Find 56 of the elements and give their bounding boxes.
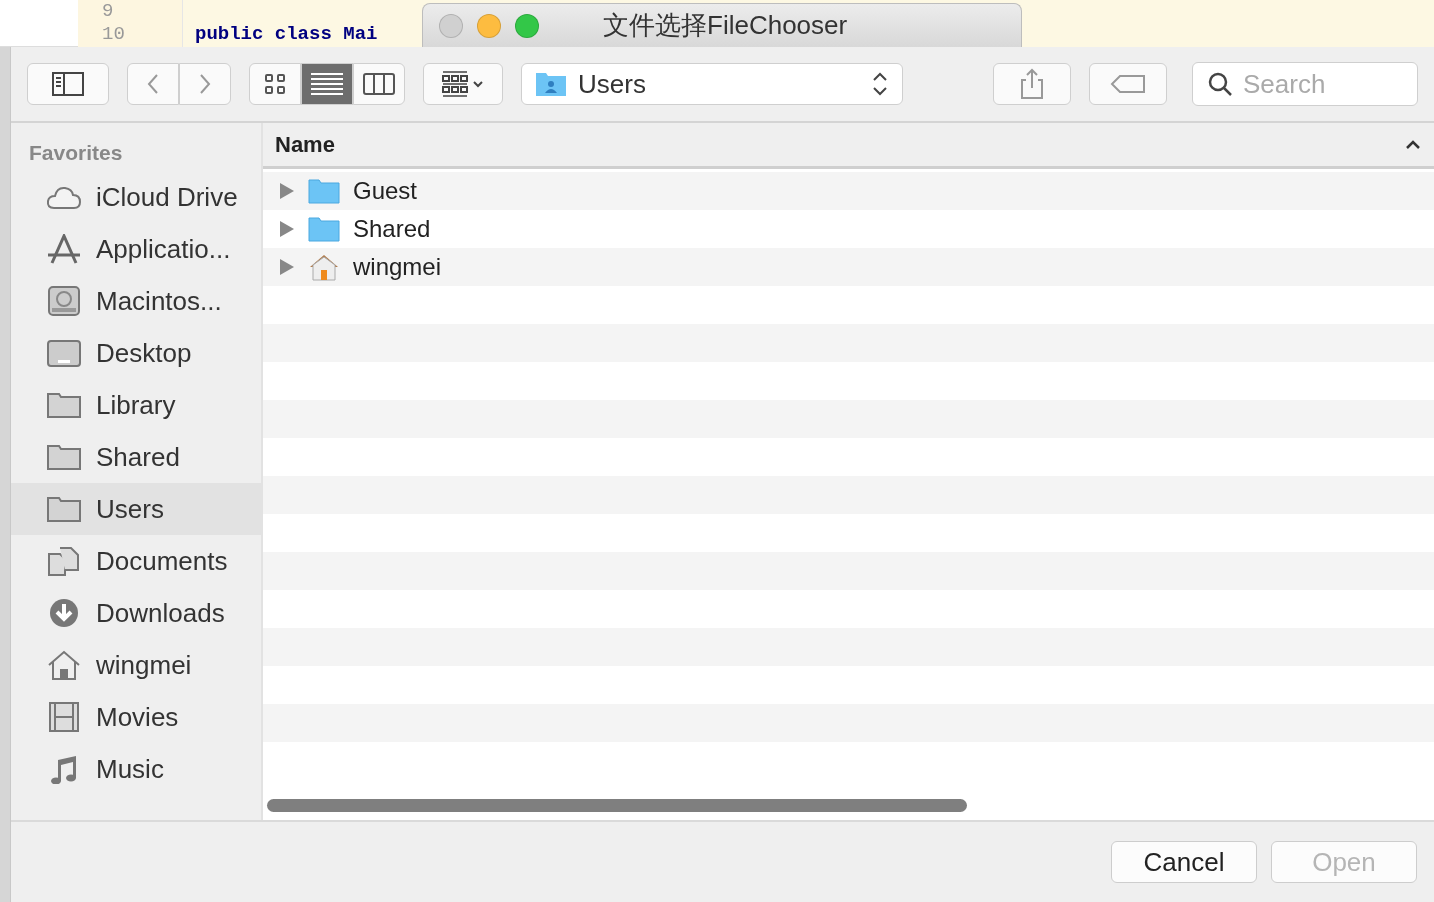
folder-icon xyxy=(46,442,82,472)
sidebar-item[interactable]: Users xyxy=(11,483,261,535)
sidebar-item[interactable]: Library xyxy=(11,379,261,431)
share-button[interactable] xyxy=(993,63,1071,105)
sidebar-item[interactable]: Macintos... xyxy=(11,275,261,327)
view-mode-button[interactable] xyxy=(301,63,353,105)
search-input[interactable]: Search xyxy=(1241,67,1395,101)
tag-button[interactable] xyxy=(1089,63,1167,105)
arrange-caret-icon xyxy=(441,70,485,98)
sidebar-icon xyxy=(50,69,86,99)
view-mode-button[interactable] xyxy=(353,63,405,105)
zoom-button[interactable] xyxy=(515,13,539,38)
sidebar-item[interactable]: Desktop xyxy=(11,327,261,379)
sidebar-item[interactable]: Applicatio... xyxy=(11,223,261,275)
scrollbar-thumb[interactable] xyxy=(267,798,967,812)
line-number: 10 xyxy=(101,23,126,46)
location-popup[interactable]: Users xyxy=(521,63,903,105)
app-store-icon xyxy=(46,234,82,264)
disclosure-triangle-icon[interactable] xyxy=(279,220,295,238)
sidebar-item[interactable]: iCloud Drive xyxy=(11,171,261,223)
view-mode-button[interactable] xyxy=(249,63,301,105)
user-folder-icon xyxy=(534,70,568,98)
disclosure-triangle-icon[interactable] xyxy=(279,182,295,200)
tag-icon xyxy=(1110,72,1146,96)
name-column-header[interactable]: Name xyxy=(263,123,1434,169)
folder-icon xyxy=(307,215,341,243)
search-field[interactable]: Search xyxy=(1192,62,1418,106)
disclosure-triangle-icon[interactable] xyxy=(279,258,295,276)
arrange-button[interactable] xyxy=(423,63,503,105)
sidebar-item[interactable]: Downloads xyxy=(11,587,261,639)
line-number: 9 xyxy=(101,0,115,23)
dialog-button[interactable]: Cancel xyxy=(1111,841,1257,883)
folder-icon xyxy=(46,390,82,420)
folder-icon xyxy=(307,177,341,205)
forward-button[interactable] xyxy=(179,63,231,105)
sidebar-item[interactable]: Movies xyxy=(11,691,261,743)
home-icon xyxy=(46,650,82,680)
stepper-icon xyxy=(870,70,890,98)
file-row[interactable]: Guest xyxy=(263,172,1434,210)
sidebar-item[interactable]: Documents xyxy=(11,535,261,587)
sidebar-item[interactable]: wingmei xyxy=(11,639,261,691)
sidebar-item[interactable]: Music xyxy=(11,743,261,795)
film-icon xyxy=(46,702,82,732)
file-row[interactable]: wingmei xyxy=(263,248,1434,286)
sidebar-heading: Favorites xyxy=(28,140,124,166)
folder-icon xyxy=(46,494,82,524)
desktop-icon xyxy=(46,338,82,368)
sidebar-toggle-button[interactable] xyxy=(27,63,109,105)
search-icon xyxy=(1207,71,1233,97)
code-line: public class Mai xyxy=(194,23,378,46)
sidebar-item[interactable]: Shared xyxy=(11,431,261,483)
documents-icon xyxy=(46,546,82,576)
back-button[interactable] xyxy=(127,63,179,105)
minimize-button[interactable] xyxy=(477,13,501,38)
close-button[interactable] xyxy=(439,13,463,38)
window-title: 文件选择FileChooser xyxy=(603,9,848,42)
